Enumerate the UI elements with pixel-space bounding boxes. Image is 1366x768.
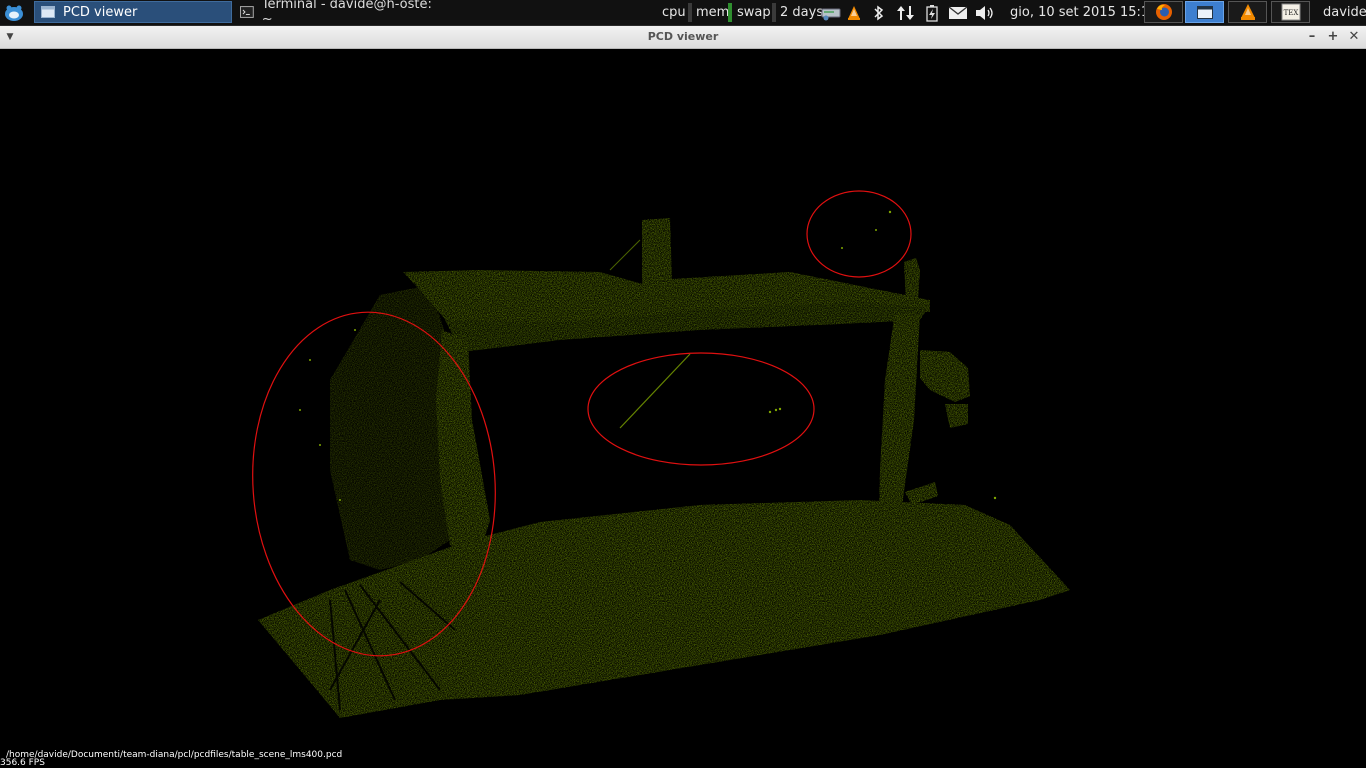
- xfce-mouse-icon: [5, 5, 23, 21]
- close-button[interactable]: ✕: [1344, 26, 1364, 48]
- minimize-button[interactable]: –: [1302, 26, 1322, 48]
- scatter-left: [330, 285, 450, 570]
- stump: [905, 482, 938, 505]
- window-list-launcher[interactable]: [1185, 1, 1224, 23]
- battery-icon[interactable]: [926, 0, 938, 25]
- mem-monitor-label[interactable]: mem: [696, 0, 729, 25]
- annotation-ellipse-top-right: [806, 190, 912, 278]
- user-name[interactable]: davide: [1323, 0, 1366, 25]
- terminal-icon: [240, 6, 254, 18]
- window-titlebar[interactable]: ▼ PCD viewer – + ✕: [0, 26, 1366, 49]
- vlc-icon: [1240, 4, 1255, 20]
- thin-pole: [904, 258, 920, 304]
- mail-icon[interactable]: [948, 0, 968, 25]
- task-pcd-viewer[interactable]: PCD viewer: [34, 1, 232, 23]
- svg-text:TEX: TEX: [1283, 9, 1298, 17]
- tex-icon: TEX: [1281, 3, 1300, 21]
- point-cloud-render: [252, 190, 1070, 718]
- vlc-launcher[interactable]: [1228, 1, 1267, 23]
- volume-icon[interactable]: [975, 0, 995, 25]
- bluetooth-icon[interactable]: [873, 0, 885, 25]
- top-panel: PCD viewer Terminal - davide@h-oste: ~ c…: [0, 0, 1366, 27]
- point-cloud-viewport[interactable]: /home/davide/Documenti/team-diana/pcl/pc…: [0, 49, 1366, 768]
- swap-monitor-bar: [772, 3, 776, 22]
- fps-counter: 356.6 FPS: [0, 758, 45, 768]
- uptime-label: 2 days: [780, 5, 824, 20]
- file-path-label: /home/davide/Documenti/team-diana/pcl/pc…: [6, 750, 343, 760]
- window-icon: [1196, 5, 1213, 19]
- swap-monitor-label[interactable]: swap: [737, 0, 771, 25]
- maximize-button[interactable]: +: [1323, 26, 1343, 48]
- clock[interactable]: gio, 10 set 2015 15:12: [1010, 0, 1157, 25]
- network-transfer-icon[interactable]: [896, 0, 916, 25]
- window-title: PCD viewer: [647, 30, 719, 43]
- side-object-lower: [945, 404, 968, 428]
- firefox-icon: [1155, 4, 1172, 20]
- vlc-tray-icon[interactable]: [846, 0, 862, 25]
- cpu-monitor-label[interactable]: cpu: [662, 0, 686, 25]
- removable-drive-icon[interactable]: [821, 0, 843, 25]
- side-object: [920, 350, 970, 402]
- task-label: Terminal - davide@h-oste: ~: [261, 0, 432, 27]
- firefox-launcher[interactable]: [1144, 1, 1183, 23]
- task-terminal[interactable]: Terminal - davide@h-oste: ~: [234, 0, 444, 27]
- window-icon: [41, 6, 55, 18]
- task-label: PCD viewer: [63, 4, 138, 20]
- tex-launcher[interactable]: TEX: [1271, 1, 1310, 23]
- table-post: [642, 218, 672, 286]
- cpu-monitor-bar: [688, 3, 692, 22]
- mem-monitor-bar: [728, 3, 732, 22]
- applications-menu-button[interactable]: [0, 0, 28, 25]
